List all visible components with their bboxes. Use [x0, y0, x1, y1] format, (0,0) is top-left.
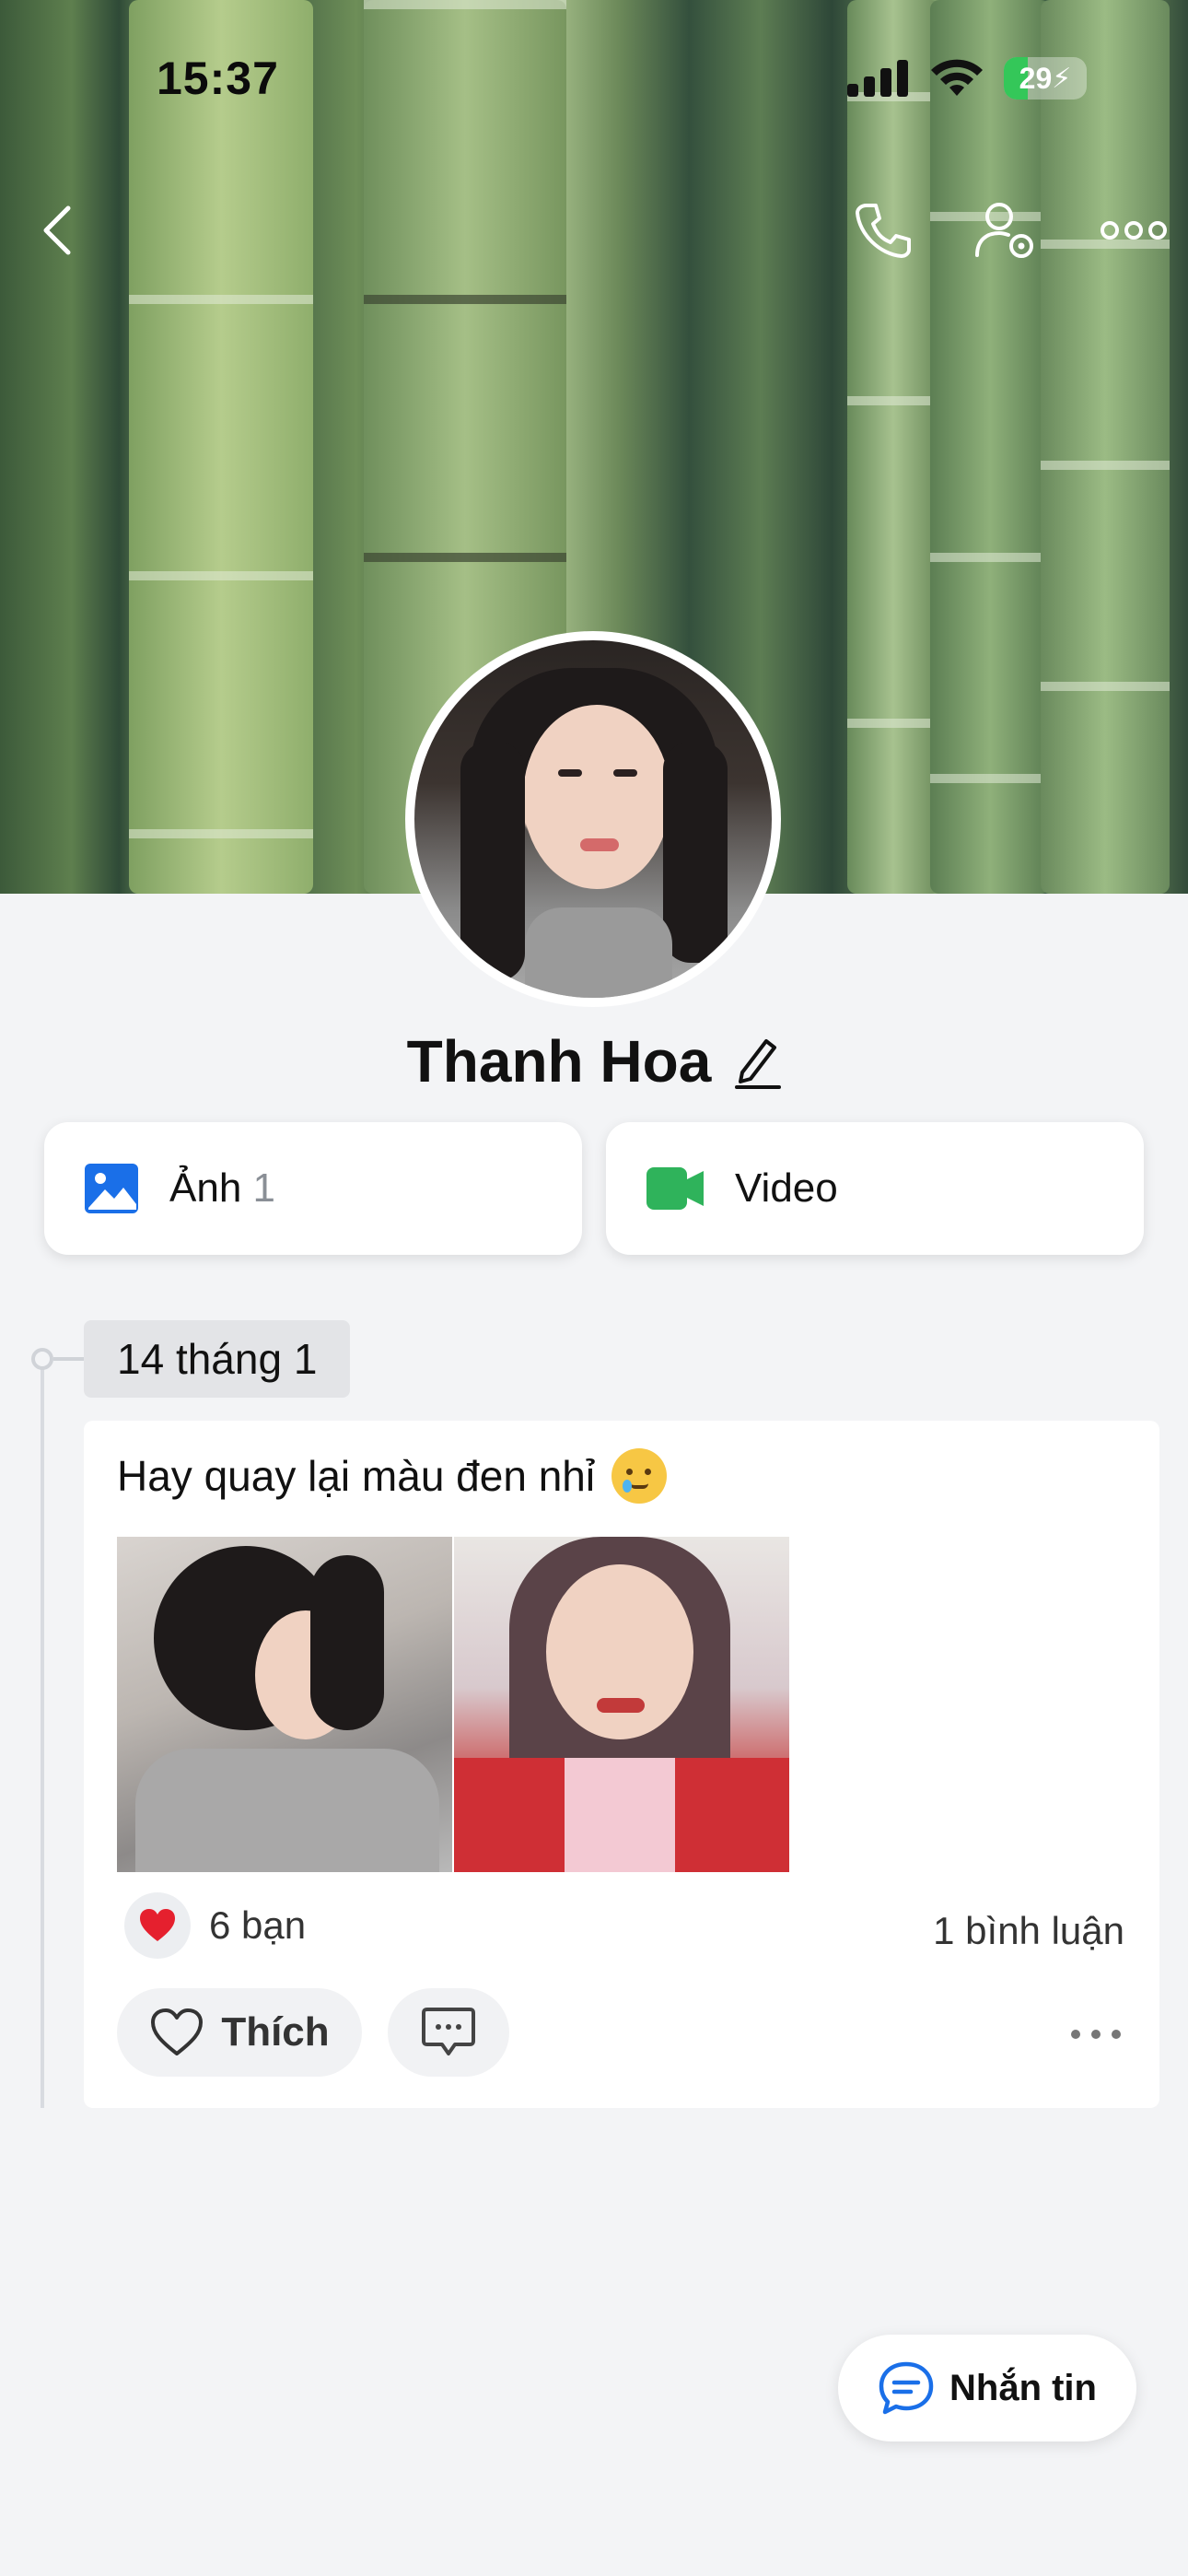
message-label: Nhắn tin [949, 2367, 1097, 2408]
comment-button[interactable] [388, 1988, 509, 2077]
heart-outline-icon [151, 2008, 204, 2055]
bamboo-stalk [930, 0, 1050, 894]
back-button[interactable] [20, 193, 94, 267]
comment-count[interactable]: 1 bình luận [933, 1909, 1124, 1953]
avatar[interactable] [405, 631, 781, 1007]
bamboo-stalk [129, 0, 313, 894]
image-icon [85, 1164, 138, 1213]
battery-icon: 29 ⚡ [1004, 57, 1087, 100]
bamboo-stalk [1041, 0, 1170, 894]
profile-name-row: Thanh Hoa [0, 1027, 1188, 1095]
wifi-icon [931, 59, 983, 96]
smiling-face-with-tear-icon [611, 1448, 668, 1504]
status-icons: 29 ⚡ [847, 57, 1087, 100]
video-camera-icon [646, 1167, 704, 1210]
heart-reaction-icon [124, 1892, 191, 1959]
reaction-summary[interactable]: 6 bạn [124, 1892, 306, 1959]
post-caption: Hay quay lại màu đen nhỉ [117, 1452, 596, 1500]
call-button[interactable] [845, 193, 919, 267]
like-label: Thích [221, 2009, 330, 2055]
photos-button[interactable]: Ảnh 1 [44, 1122, 582, 1255]
chevron-left-icon [43, 205, 71, 255]
message-button[interactable]: Nhắn tin [838, 2335, 1136, 2441]
videos-label: Video [735, 1165, 838, 1211]
photos-label: Ảnh [169, 1165, 242, 1211]
post-text: Hay quay lại màu đen nhỉ [117, 1448, 668, 1504]
post-photo[interactable] [454, 1537, 789, 1872]
timeline-line [41, 1362, 44, 2108]
post-photo[interactable] [117, 1537, 452, 1872]
cellular-signal-icon [847, 60, 908, 97]
videos-button[interactable]: Video [606, 1122, 1144, 1255]
timeline-date: 14 tháng 1 [84, 1320, 351, 1398]
more-button[interactable] [1092, 193, 1175, 267]
post-more-button[interactable] [1064, 2016, 1128, 2053]
photos-count: 1 [252, 1165, 276, 1211]
timeline-connector [53, 1357, 85, 1361]
post-card: Hay quay lại màu đen nhỉ 6 bạn 1 bình lu… [84, 1421, 1159, 2108]
more-horizontal-icon [1071, 2030, 1121, 2039]
profile-name: Thanh Hoa [406, 1028, 712, 1095]
reaction-count: 6 bạn [209, 1903, 307, 1947]
bamboo-stalk [847, 0, 939, 894]
profile-settings-button[interactable] [969, 193, 1042, 267]
more-horizontal-icon [1101, 221, 1167, 240]
battery-level: 29 [1019, 61, 1053, 95]
pencil-icon[interactable] [733, 1034, 782, 1089]
like-button[interactable]: Thích [117, 1988, 362, 2077]
timeline-dot [31, 1348, 53, 1370]
chat-bubble-icon [879, 2361, 934, 2415]
status-time: 15:37 [157, 53, 279, 104]
avatar-image [414, 640, 772, 998]
user-settings-icon [975, 203, 1033, 258]
comment-icon [422, 2008, 475, 2055]
phone-icon [856, 204, 911, 258]
